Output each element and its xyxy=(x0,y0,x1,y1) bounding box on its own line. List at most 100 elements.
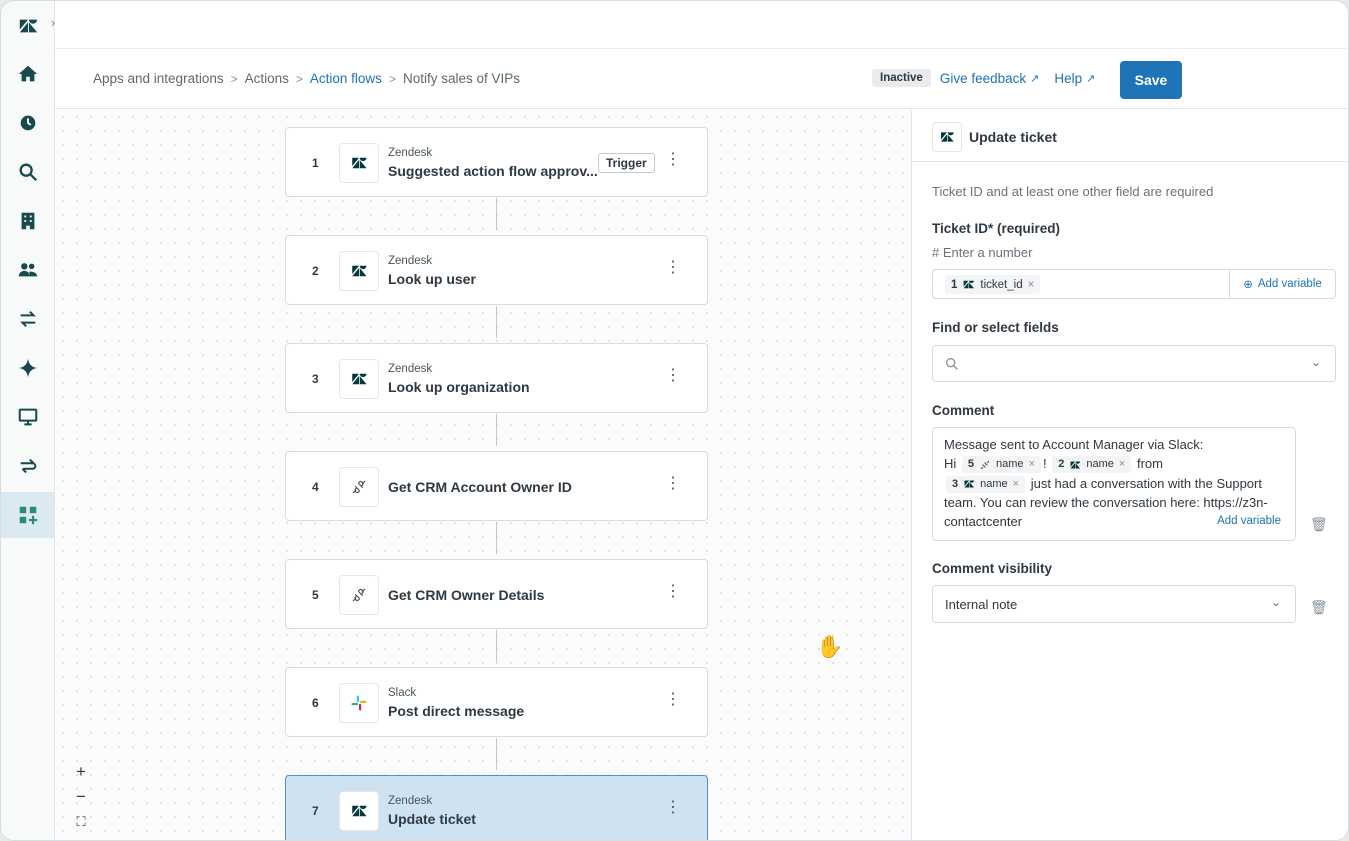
help-link[interactable]: Help ↗ xyxy=(1054,71,1095,86)
step-number: 1 xyxy=(312,156,319,170)
more-options-icon[interactable]: ⋮ xyxy=(665,260,681,276)
more-options-icon[interactable]: ⋮ xyxy=(665,368,681,384)
breadcrumb-current: Notify sales of VIPs xyxy=(402,71,520,86)
building-icon[interactable] xyxy=(1,198,54,244)
add-variable-button[interactable]: Add variable xyxy=(1217,512,1281,531)
flow-step[interactable]: 1 Zendesk Suggested action flow approv..… xyxy=(285,127,708,197)
connector-line xyxy=(496,630,497,662)
step-app: Zendesk xyxy=(388,795,433,807)
fit-view-button[interactable]: ⛶ xyxy=(70,811,92,833)
zendesk-logo-icon[interactable] xyxy=(1,3,54,49)
step-number: 7 xyxy=(312,804,319,818)
zoom-in-button[interactable]: + xyxy=(70,761,92,783)
add-variable-button[interactable]: ⊕ Add variable xyxy=(1229,270,1335,298)
home-icon[interactable] xyxy=(1,51,54,97)
zendesk-icon xyxy=(339,251,379,291)
breadcrumb-apps-integrations[interactable]: Apps and integrations xyxy=(93,71,224,86)
app-window: › Apps and integrations > Actions > Acti… xyxy=(0,0,1349,841)
zendesk-icon xyxy=(339,791,379,831)
connector-line xyxy=(496,522,497,554)
step-app: Zendesk xyxy=(388,147,433,159)
more-options-icon[interactable]: ⋮ xyxy=(665,584,681,600)
step-number: 5 xyxy=(312,588,319,602)
transfer-icon[interactable] xyxy=(1,296,54,342)
sparkle-icon[interactable] xyxy=(1,345,54,391)
status-badge: Inactive xyxy=(872,69,931,87)
comment-visibility-label: Comment visibility xyxy=(932,561,1053,576)
breadcrumb-actions[interactable]: Actions xyxy=(245,71,289,86)
connector-line xyxy=(496,306,497,338)
variable-pill: 2 name × xyxy=(1052,455,1132,474)
pill-name: ticket_id xyxy=(980,278,1023,291)
delete-visibility-icon[interactable]: 🗑 xyxy=(1310,599,1328,616)
pill-name: name xyxy=(1086,458,1114,471)
pill-step-number: 1 xyxy=(951,278,958,291)
required-hint: Ticket ID and at least one other field a… xyxy=(932,184,1214,199)
find-fields-label: Find or select fields xyxy=(932,320,1059,335)
zendesk-icon xyxy=(339,143,379,183)
remove-pill-icon[interactable]: × xyxy=(1028,279,1035,291)
give-feedback-link[interactable]: Give feedback ↗ xyxy=(940,71,1040,86)
comment-text-hi: Hi xyxy=(944,456,957,472)
give-feedback-label: Give feedback xyxy=(939,70,1027,86)
plug-icon xyxy=(339,575,379,615)
step-title: Look up user xyxy=(388,271,476,287)
flow-step-selected[interactable]: 7 Zendesk Update ticket ⋮ xyxy=(285,775,708,840)
pill-name: name xyxy=(980,477,1008,490)
variable-pill: 1 ticket_id × xyxy=(945,275,1041,294)
header-actions: Inactive Give feedback ↗ Help ↗ xyxy=(872,69,1095,87)
more-options-icon[interactable]: ⋮ xyxy=(665,476,681,492)
comment-text-line1: Message sent to Account Manager via Slac… xyxy=(944,437,1204,452)
comment-visibility-select[interactable]: Internal note ⌄ xyxy=(932,585,1296,623)
flow-step[interactable]: 2 Zendesk Look up user ⋮ xyxy=(285,235,708,305)
step-title: Look up organization xyxy=(388,379,530,395)
comment-text-bang: ! xyxy=(1043,456,1047,472)
breadcrumb: Apps and integrations > Actions > Action… xyxy=(93,71,520,86)
pill-step-number: 5 xyxy=(967,458,975,471)
remove-pill-icon[interactable]: × xyxy=(1029,455,1035,474)
search-icon xyxy=(946,358,958,370)
breadcrumb-separator: > xyxy=(230,71,238,86)
remove-pill-icon[interactable]: × xyxy=(1119,455,1125,474)
flow-step[interactable]: 6 Slack Post direct message ⋮ xyxy=(285,667,708,737)
zendesk-icon xyxy=(964,280,975,289)
step-app: Slack xyxy=(388,687,417,699)
monitor-icon[interactable] xyxy=(1,394,54,440)
search-icon[interactable] xyxy=(1,149,54,195)
apps-icon[interactable] xyxy=(1,492,54,538)
breadcrumb-action-flows[interactable]: Action flows xyxy=(310,71,382,86)
ticket-id-field[interactable]: 1 ticket_id × ⊕ Add variable xyxy=(932,269,1336,299)
variable-pill: 3 name × xyxy=(946,475,1026,494)
find-fields-combobox[interactable]: ⌄ xyxy=(932,345,1336,382)
step-config-panel: Update ticket Ticket ID and at least one… xyxy=(911,110,1348,840)
pill-step-number: 2 xyxy=(1058,458,1065,471)
pill-step-number: 3 xyxy=(952,477,959,490)
panel-header: Update ticket xyxy=(912,110,1348,162)
flow-canvas[interactable]: 1 Zendesk Suggested action flow approv..… xyxy=(56,110,911,840)
people-icon[interactable] xyxy=(1,247,54,293)
remove-pill-icon[interactable]: × xyxy=(1013,475,1019,494)
save-button[interactable]: Save xyxy=(1120,61,1182,99)
help-label: Help xyxy=(1054,70,1083,86)
flow-step[interactable]: 5 Get CRM Owner Details ⋮ xyxy=(285,559,708,629)
flow-icon[interactable] xyxy=(1,443,54,489)
more-options-icon[interactable]: ⋮ xyxy=(665,152,681,168)
add-variable-label: Add variable xyxy=(1257,278,1322,290)
step-app: Zendesk xyxy=(388,255,433,267)
clock-icon[interactable] xyxy=(1,100,54,146)
plug-icon xyxy=(980,460,990,470)
comment-text-from: from xyxy=(1136,456,1163,472)
more-options-icon[interactable]: ⋮ xyxy=(665,692,681,708)
comment-field[interactable]: Message sent to Account Manager via Slac… xyxy=(932,427,1296,541)
more-options-icon[interactable]: ⋮ xyxy=(665,800,681,816)
zoom-out-button[interactable]: − xyxy=(70,786,92,808)
flow-step[interactable]: 4 Get CRM Account Owner ID ⋮ xyxy=(285,451,708,521)
variable-pill: 5 name × xyxy=(961,455,1041,474)
zendesk-icon xyxy=(339,359,379,399)
slack-icon xyxy=(339,683,379,723)
delete-comment-icon[interactable]: 🗑 xyxy=(1310,516,1328,533)
step-title: Post direct message xyxy=(388,703,525,719)
chevron-down-icon: ⌄ xyxy=(1310,355,1321,369)
flow-step[interactable]: 3 Zendesk Look up organization ⋮ xyxy=(285,343,708,413)
zendesk-icon xyxy=(964,480,975,488)
